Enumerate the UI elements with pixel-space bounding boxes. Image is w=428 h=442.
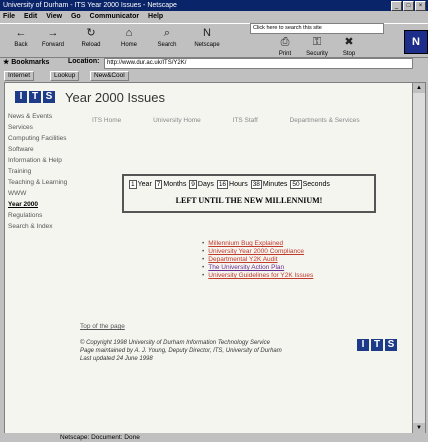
- search-field[interactable]: Click here to search this site: [250, 23, 384, 34]
- scroll-up-icon[interactable]: ▲: [413, 83, 425, 93]
- footer-maintainer: Page maintained by A. J. Young, Deputy D…: [80, 348, 282, 354]
- status-text: Netscape: Document: Done: [60, 434, 140, 441]
- sidebar-item-news[interactable]: News & Events: [8, 113, 76, 120]
- footer-copyright: © Copyright 1998 University of Durham In…: [80, 340, 270, 346]
- sidebar-item-services[interactable]: Services: [8, 124, 76, 131]
- countdown-message: LEFT UNTIL THE NEW MILLENNIUM!: [175, 196, 323, 205]
- lock-icon: ⚿: [312, 36, 322, 48]
- millennium-countdown: 1 Year 7 Months 9 Days 16 Hours 38 Minutes 50…: [122, 174, 376, 213]
- its-logo[interactable]: ITS: [15, 91, 57, 103]
- topnav-departments[interactable]: Departments & Services: [290, 117, 360, 124]
- stop-icon: ✖: [344, 36, 354, 48]
- countdown-seconds: 50: [290, 180, 302, 189]
- personal-toolbar: Internet Lookup New&Cool: [0, 70, 428, 81]
- menu-bar: File Edit View Go Communicator Help: [0, 12, 428, 22]
- home-icon: ⌂: [125, 27, 133, 39]
- close-icon[interactable]: ×: [415, 1, 426, 11]
- status-bar: Netscape: Document: Done: [0, 433, 428, 442]
- back-button[interactable]: ← Back: [4, 25, 38, 53]
- minimize-icon[interactable]: _: [391, 1, 402, 11]
- footer-updated: Last updated 24 June 1998: [80, 356, 153, 362]
- link-guidelines[interactable]: University Guidelines for Y2K Issues: [202, 272, 313, 280]
- sidebar-item-software[interactable]: Software: [8, 146, 76, 153]
- sidebar-item-search[interactable]: Search & Index: [8, 223, 76, 230]
- reload-icon: ↻: [86, 27, 96, 39]
- search-button[interactable]: ⌕ Search: [150, 25, 184, 53]
- countdown-years: 1: [129, 180, 137, 189]
- location-field[interactable]: http://www.dur.ac.uk/ITS/Y2K/: [104, 58, 413, 69]
- y2k-links-list: Millennium Bug Explained University Year…: [202, 240, 313, 280]
- personal-lookup-button[interactable]: Lookup: [50, 71, 80, 81]
- menu-file[interactable]: File: [3, 13, 15, 20]
- personal-newcool-button[interactable]: New&Cool: [90, 71, 129, 81]
- countdown-months: 7: [154, 180, 163, 189]
- window-title: University of Durham - ITS Year 2000 Iss…: [3, 2, 177, 9]
- personal-internet-button[interactable]: Internet: [4, 71, 35, 81]
- top-navigation: ITS Home University Home ITS Staff Depar…: [92, 117, 390, 124]
- home-button[interactable]: ⌂ Home: [112, 25, 146, 53]
- menu-communicator[interactable]: Communicator: [90, 13, 139, 20]
- sidebar-nav: News & Events Services Computing Facilit…: [8, 113, 76, 234]
- countdown-days: 9: [189, 180, 197, 189]
- scroll-down-icon[interactable]: ▼: [413, 423, 425, 433]
- netscape-button[interactable]: N Netscape: [190, 25, 224, 53]
- link-action-plan[interactable]: The University Action Plan: [202, 264, 313, 272]
- top-of-page-link[interactable]: Top of the page: [80, 323, 125, 330]
- print-icon: ⎙: [280, 36, 290, 48]
- back-icon: ←: [15, 27, 27, 39]
- page-content: ITS Year 2000 Issues News & Events Servi…: [4, 82, 413, 434]
- countdown-minutes: 38: [250, 180, 262, 189]
- sidebar-item-computing[interactable]: Computing Facilities: [8, 135, 76, 142]
- netscape-icon: N: [203, 27, 211, 39]
- page-title: Year 2000 Issues: [65, 90, 165, 105]
- sidebar-item-training[interactable]: Training: [8, 168, 76, 175]
- maximize-icon[interactable]: □: [403, 1, 414, 11]
- sidebar-item-year2000[interactable]: Year 2000: [8, 201, 76, 208]
- menu-go[interactable]: Go: [71, 13, 81, 20]
- reload-button[interactable]: ↻ Reload: [74, 25, 108, 53]
- bookmarks-button[interactable]: ★ Bookmarks: [3, 58, 49, 66]
- topnav-its-home[interactable]: ITS Home: [92, 117, 121, 124]
- sidebar-item-information[interactable]: Information & Help: [8, 157, 76, 164]
- location-label: Location:: [68, 58, 100, 65]
- sidebar-item-www[interactable]: WWW: [8, 190, 76, 197]
- countdown-hours: 16: [216, 180, 229, 189]
- window-title-bar: University of Durham - ITS Year 2000 Iss…: [0, 0, 428, 11]
- link-university-compliance[interactable]: University Year 2000 Compliance: [202, 248, 313, 256]
- sidebar-item-regulations[interactable]: Regulations: [8, 212, 76, 219]
- menu-help[interactable]: Help: [148, 13, 163, 20]
- menu-edit[interactable]: Edit: [24, 13, 37, 20]
- forward-icon: →: [47, 27, 59, 39]
- link-millennium-bug[interactable]: Millennium Bug Explained: [202, 240, 313, 248]
- menu-view[interactable]: View: [46, 13, 62, 20]
- its-footer-logo[interactable]: ITS: [357, 339, 399, 351]
- netscape-throbber-icon[interactable]: N: [404, 30, 428, 54]
- topnav-its-staff[interactable]: ITS Staff: [233, 117, 258, 124]
- topnav-university-home[interactable]: University Home: [153, 117, 201, 124]
- vertical-scrollbar[interactable]: ▲ ▼: [412, 82, 426, 434]
- forward-button[interactable]: → Forward: [36, 25, 70, 53]
- page-footer: © Copyright 1998 University of Durham In…: [80, 339, 340, 363]
- sidebar-item-teaching[interactable]: Teaching & Learning: [8, 179, 76, 186]
- search-icon: ⌕: [163, 27, 171, 39]
- link-departmental-audit[interactable]: Departmental Y2K Audit: [202, 256, 313, 264]
